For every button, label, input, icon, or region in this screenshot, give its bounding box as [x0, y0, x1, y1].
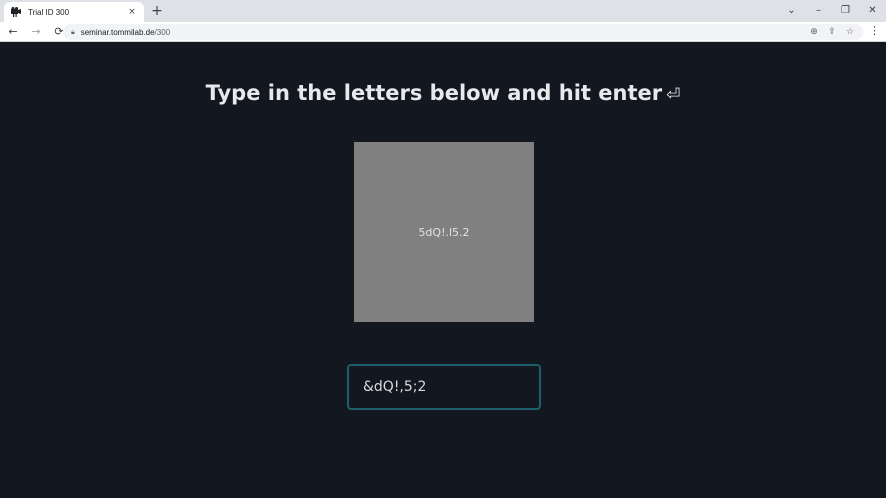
- answer-input[interactable]: [347, 364, 541, 410]
- share-icon[interactable]: ⇪: [823, 27, 841, 37]
- page-heading: Type in the letters below and hit enter ⏎: [0, 81, 886, 105]
- lock-icon: 🔒︎: [71, 27, 75, 36]
- bookmark-star-icon[interactable]: ☆: [841, 27, 859, 37]
- url-host: seminar.tommilab.de: [80, 27, 155, 37]
- tab-strip: Trial ID 300 × + ⌄ – ❐ ✕: [0, 0, 886, 22]
- page-content: Type in the letters below and hit enter ⏎…: [0, 43, 886, 498]
- minimize-button[interactable]: –: [805, 0, 832, 20]
- tab-search-icon[interactable]: ⌄: [778, 0, 805, 20]
- captcha-image: 5dQ!.l5.2: [354, 142, 534, 322]
- captcha-text: 5dQ!.l5.2: [418, 225, 470, 239]
- browser-tab[interactable]: Trial ID 300 ×: [4, 2, 144, 22]
- tab-title: Trial ID 300: [28, 7, 70, 17]
- back-arrow-icon[interactable]: ←: [3, 23, 23, 41]
- forward-arrow-icon[interactable]: →: [26, 23, 46, 41]
- address-bar[interactable]: 🔒︎ seminar.tommilab.de/300 ⊕ ⇪ ☆: [63, 24, 863, 40]
- projector-icon: [10, 6, 22, 18]
- url-path: /300: [154, 27, 171, 37]
- new-tab-button[interactable]: +: [148, 3, 166, 20]
- omnibox-icons: ⊕ ⇪ ☆: [805, 24, 859, 40]
- zoom-icon[interactable]: ⊕: [805, 27, 823, 37]
- kebab-menu-icon[interactable]: ⋮: [869, 24, 880, 37]
- close-tab-icon[interactable]: ×: [126, 7, 138, 17]
- browser-toolbar: ← → ⟳ 🔒︎ seminar.tommilab.de/300 ⊕ ⇪ ☆: [0, 22, 886, 42]
- window-controls: ⌄ – ❐ ✕: [778, 0, 886, 22]
- close-window-button[interactable]: ✕: [859, 0, 886, 20]
- enter-key-icon: ⏎: [666, 85, 681, 105]
- heading-text: Type in the letters below and hit enter: [205, 81, 663, 105]
- restore-button[interactable]: ❐: [832, 0, 859, 20]
